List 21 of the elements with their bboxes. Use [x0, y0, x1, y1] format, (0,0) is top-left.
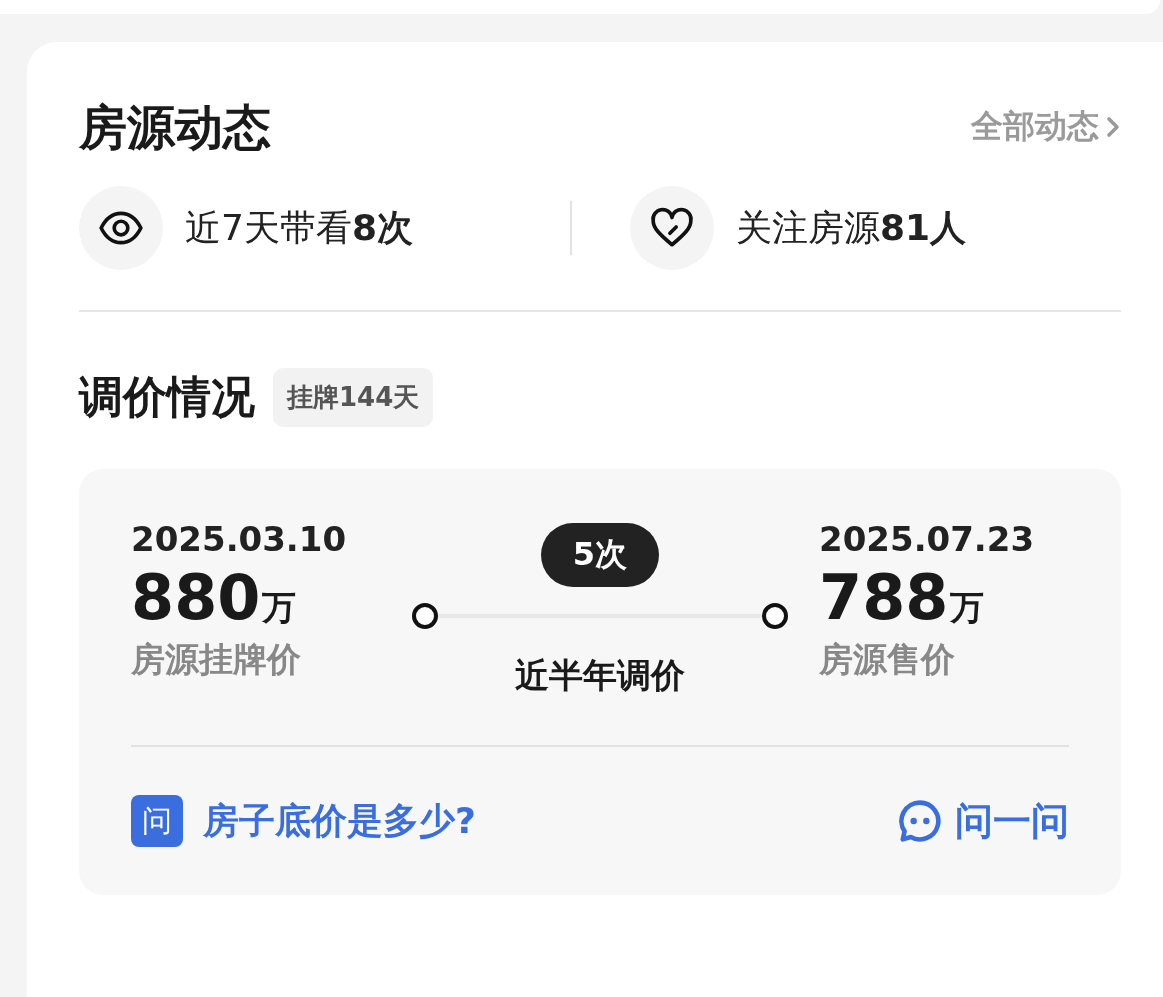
price-label: 房源挂牌价 [131, 638, 302, 681]
adjustment-count: 5次 [540, 523, 660, 587]
price-date: 2025.07.23 [819, 519, 1036, 559]
price-label: 房源售价 [819, 638, 956, 681]
stat-text: 关注房源81人 [736, 205, 967, 250]
stat-text: 近7天带看8次 [185, 205, 413, 250]
section-title: 房源动态 [79, 98, 271, 157]
question-link[interactable]: 房子底价是多少? [203, 796, 476, 846]
price-date: 2025.03.10 [131, 519, 348, 559]
ask-badge-icon: 问 [131, 795, 183, 847]
chevron-right-icon [1105, 115, 1121, 139]
section-title: 调价情况 [79, 370, 255, 424]
price-unit: 万 [262, 586, 297, 629]
price-value: 788 [819, 561, 949, 635]
price-unit: 万 [950, 586, 985, 629]
ask-button[interactable]: 问一问 [897, 795, 1069, 847]
listing-days-tag: 挂牌144天 [273, 368, 434, 427]
price-value: 880 [131, 561, 261, 635]
chat-icon [897, 798, 943, 844]
all-updates-link[interactable]: 全部动态 [971, 105, 1121, 149]
period-label: 近半年调价 [515, 654, 685, 697]
